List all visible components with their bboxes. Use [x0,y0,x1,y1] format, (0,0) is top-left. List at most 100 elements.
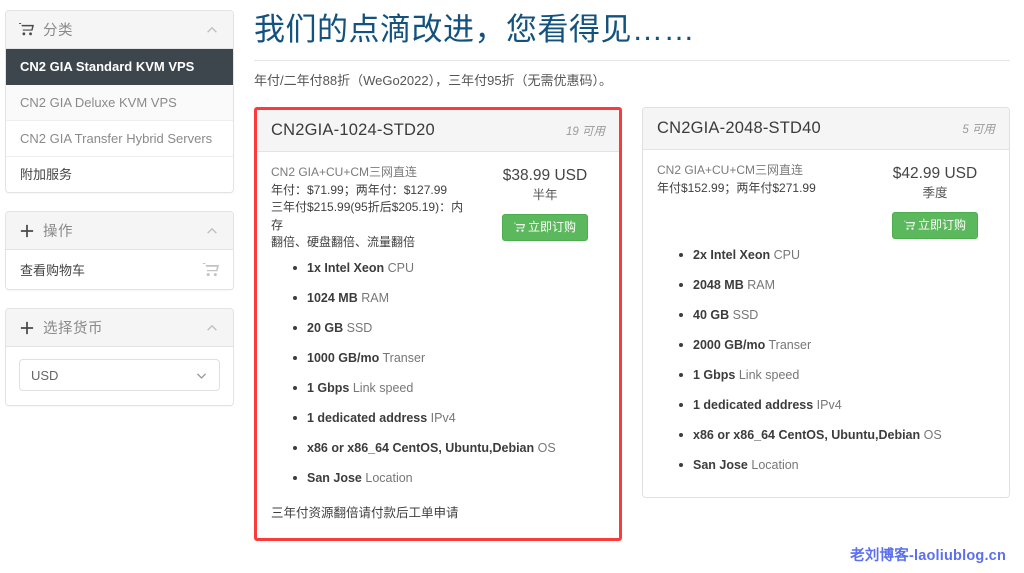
feature-rest: SSD [343,320,373,335]
feature-strong: 2000 GB/mo [693,338,766,352]
product-card-cn2gia-1024-std20: CN2GIA-1024-STD20 19 可用 CN2 GIA+CU+CM三网直… [254,107,622,541]
card-note: 三年付资源翻倍请付款后工单申请 [271,505,459,520]
billing-cycle: 半年 [532,188,558,202]
feature-rest: Location [747,458,799,472]
feature-strong: 20 GB [307,320,344,335]
feature-strong: 40 GB [693,308,730,322]
feature-item: San Jose Location [293,470,605,487]
chevron-up-icon[interactable] [204,320,220,336]
sidebar-panel-actions: 操作 查看购物车 [5,211,234,290]
feature-item: San Jose Location [679,457,995,474]
feature-strong: 2048 MB [693,278,744,292]
categories-panel-header[interactable]: 分类 [6,11,233,49]
product-card-list: CN2GIA-1024-STD20 19 可用 CN2 GIA+CU+CM三网直… [254,107,1010,541]
feature-strong: x86 or x86_64 CentOS, Ubuntu,Debian [693,428,921,442]
feature-item: 1024 MB RAM [293,290,605,307]
order-now-label: 立即订购 [527,220,576,234]
page-root: 分类 CN2 GIA Standard KVM VPS CN2 GIA Delu… [0,0,1024,573]
sidebar: 分类 CN2 GIA Standard KVM VPS CN2 GIA Delu… [0,0,244,424]
sidebar-item-cn2-gia-standard-kvm-vps[interactable]: CN2 GIA Standard KVM VPS [6,49,233,85]
feature-strong: San Jose [693,458,748,472]
price-column: $38.99 USD 半年 立即订购 [485,164,605,241]
feature-rest: CPU [384,260,414,275]
feature-rest: Link speed [735,368,800,382]
view-cart-label: 查看购物车 [20,263,86,278]
feature-strong: 1024 MB [307,290,358,305]
feature-item: 2048 MB RAM [679,277,995,294]
feature-rest: Link speed [349,380,414,395]
view-cart-item[interactable]: 查看购物车 [6,250,233,289]
cart-icon [903,220,915,231]
cart-icon [19,22,34,37]
price-column: $42.99 USD 季度 立即订购 [875,162,995,239]
title-divider [254,60,1010,61]
actions-panel-title: 操作 [43,224,73,240]
feature-rest: OS [920,428,942,442]
feature-strong: 1 dedicated address [693,398,814,412]
currency-selected-value: USD [31,367,59,383]
feature-list: 1x Intel Xeon CPU 1024 MB RAM 20 GB SSD … [271,260,605,487]
feature-strong: 1x Intel Xeon [307,260,385,275]
currency-select[interactable]: USD [19,359,220,391]
categories-panel-title: 分类 [43,23,73,39]
sidebar-item-addons[interactable]: 附加服务 [6,157,233,192]
desc-line: 三年付$215.99(95折后$205.19)：内存 [271,200,464,232]
feature-strong: 1000 GB/mo [307,350,380,365]
plus-icon [19,320,34,335]
card-body: CN2 GIA+CU+CM三网直连 年付$152.99；两年付$271.99 $… [643,150,1009,497]
feature-item: 1000 GB/mo Transer [293,350,605,367]
site-watermark: 老刘博客-laoliublog.cn [850,548,1006,564]
product-name: CN2GIA-1024-STD20 [271,121,435,139]
feature-strong: 2x Intel Xeon [693,248,771,262]
cart-icon [203,262,219,278]
feature-item: 20 GB SSD [293,320,605,337]
product-description: CN2 GIA+CU+CM三网直连 年付：$71.99；两年付：$127.99 … [271,164,475,252]
main-content: 我们的点滴改进，您看得见…… 年付/二年付88折（WeGo2022），三年付95… [244,0,1024,573]
feature-rest: RAM [743,278,775,292]
feature-rest: Location [361,470,413,485]
feature-rest: OS [534,440,556,455]
feature-item: x86 or x86_64 CentOS, Ubuntu,Debian OS [293,440,605,457]
card-header: CN2GIA-1024-STD20 19 可用 [257,110,619,152]
chevron-up-icon[interactable] [204,22,220,38]
price-amount: $38.99 USD [502,167,588,184]
feature-item: 1 Gbps Link speed [293,380,605,397]
feature-item: 1 Gbps Link speed [679,367,995,384]
actions-panel-header[interactable]: 操作 [6,212,233,250]
feature-strong: 1 Gbps [307,380,350,395]
currency-select-wrapper: USD [6,347,233,405]
feature-strong: 1 dedicated address [307,410,428,425]
feature-rest: RAM [357,290,389,305]
desc-line: CN2 GIA+CU+CM三网直连 [271,165,418,179]
card-top-row: CN2 GIA+CU+CM三网直连 年付$152.99；两年付$271.99 $… [657,162,995,239]
feature-item: 2x Intel Xeon CPU [679,247,995,264]
sidebar-item-cn2-gia-transfer-hybrid-servers[interactable]: CN2 GIA Transfer Hybrid Servers [6,121,233,157]
card-top-row: CN2 GIA+CU+CM三网直连 年付：$71.99；两年付：$127.99 … [271,164,605,252]
order-now-button[interactable]: 立即订购 [501,214,588,241]
product-description: CN2 GIA+CU+CM三网直连 年付$152.99；两年付$271.99 [657,162,865,197]
order-now-button[interactable]: 立即订购 [891,212,978,239]
card-body: CN2 GIA+CU+CM三网直连 年付：$71.99；两年付：$127.99 … [257,152,619,538]
chevron-down-icon [194,368,208,382]
feature-strong: 1 Gbps [693,368,736,382]
promo-subtitle: 年付/二年付88折（WeGo2022），三年付95折（无需优惠码）。 [254,73,613,88]
feature-strong: San Jose [307,470,362,485]
sidebar-item-cn2-gia-deluxe-kvm-vps[interactable]: CN2 GIA Deluxe KVM VPS [6,85,233,121]
currency-panel-header[interactable]: 选择货币 [6,309,233,347]
currency-panel-title: 选择货币 [43,321,103,337]
chevron-up-icon[interactable] [204,223,220,239]
stock-badge: 19 可用 [566,126,605,138]
cart-icon [513,222,525,233]
card-header: CN2GIA-2048-STD40 5 可用 [643,108,1009,150]
price-amount: $42.99 USD [892,165,978,182]
desc-line: 年付$152.99；两年付$271.99 [657,180,816,195]
feature-item: 1x Intel Xeon CPU [293,260,605,277]
feature-item: 2000 GB/mo Transer [679,337,995,354]
stock-badge: 5 可用 [962,124,995,136]
page-title: 我们的点滴改进，您看得见…… [254,12,695,47]
feature-rest: CPU [770,248,800,262]
feature-item: 1 dedicated address IPv4 [679,397,995,414]
plus-icon [19,223,34,238]
feature-rest: IPv4 [427,410,456,425]
order-now-label: 立即订购 [917,218,966,232]
